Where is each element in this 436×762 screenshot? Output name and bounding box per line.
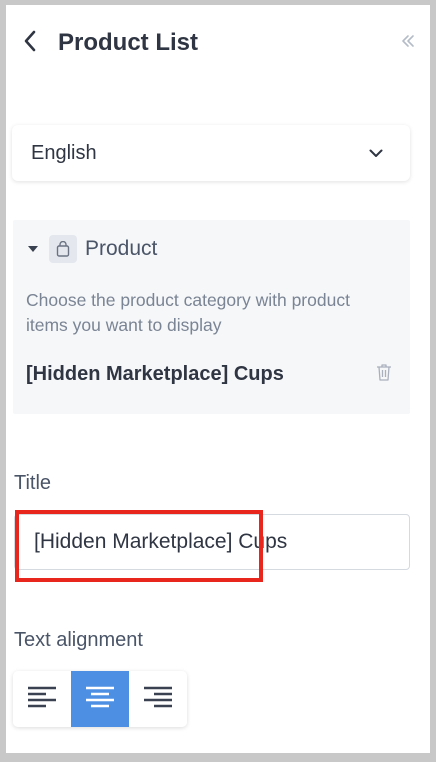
page-title: Product List [58,29,199,56]
product-section: Product Choose the product category with… [13,220,410,414]
product-description: Choose the product category with product… [26,290,350,335]
back-button[interactable] [20,30,40,57]
product-section-header: Product [27,235,157,263]
chevron-down-icon [368,145,384,161]
align-center-icon [86,686,114,713]
selected-product-category: [Hidden Marketplace] Cups [26,363,284,385]
align-left-button[interactable] [13,671,71,727]
align-right-button[interactable] [129,671,187,727]
remove-product-button[interactable] [374,363,394,386]
title-input[interactable] [14,514,410,570]
collapse-panel-button[interactable] [396,31,420,55]
language-select-value: English [31,141,97,164]
trash-icon [376,363,392,386]
shopping-bag-icon [49,235,77,263]
product-list-panel: Product List English Product Choose the … [0,0,436,762]
chevron-left-icon [23,30,37,57]
align-center-button[interactable] [71,671,129,727]
text-alignment-group [13,671,187,727]
double-chevron-left-icon [400,33,416,54]
product-section-label: Product [85,237,158,260]
caret-down-icon[interactable] [27,243,39,255]
align-right-icon [144,686,172,713]
text-alignment-label: Text alignment [14,629,143,651]
align-left-icon [28,686,56,713]
language-select[interactable]: English [12,125,410,181]
title-label: Title [14,472,52,494]
